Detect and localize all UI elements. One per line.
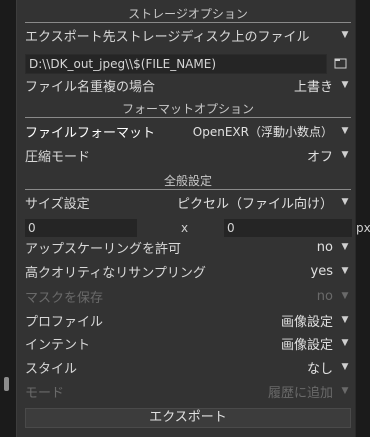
overwrite-label: ファイル名重複の場合 [25, 79, 156, 95]
style-value: なし [306, 361, 333, 377]
style-label: スタイル [25, 361, 78, 377]
section-header-global: 全般設定 [25, 173, 351, 190]
file-format-value: OpenEXR（浮動小数点） [192, 124, 333, 139]
file-format-label: ファイルフォーマット [25, 125, 156, 141]
size-unit: px [356, 221, 370, 235]
save-mask-label: マスクを保存 [25, 290, 104, 306]
export-module-panel: ストレージオプション エクスポート先ストレージディスク上のファイル ▼ D:\\… [16, 0, 370, 437]
height-input[interactable]: 0 [224, 219, 352, 237]
section-header-format: フォーマットオプション [25, 101, 351, 118]
mode-dropdown: モード 履歴に追加 ▼ [25, 380, 351, 402]
dropdown-arrow-icon: ▼ [341, 80, 349, 90]
size-separator: x [181, 221, 189, 235]
dropdown-arrow-icon: ▼ [341, 242, 349, 252]
compression-dropdown[interactable]: 圧縮モード オフ ▼ [25, 144, 351, 166]
dropdown-arrow-icon: ▼ [341, 266, 349, 276]
save-mask-dropdown: マスクを保存 no ▼ [25, 285, 351, 307]
profile-label: プロファイル [25, 314, 104, 330]
dropdown-arrow-icon: ▼ [341, 30, 349, 40]
width-input[interactable]: 0 [25, 219, 137, 237]
upscale-value: no [316, 239, 333, 255]
intent-value: 画像設定 [280, 337, 333, 353]
hq-resampling-dropdown[interactable]: 高クオリティなリサンプリング yes ▼ [25, 260, 351, 282]
dropdown-arrow-icon: ▼ [341, 386, 349, 396]
dropdown-arrow-icon: ▼ [341, 197, 349, 207]
storage-target-label: エクスポート先ストレージディスク上のファイル [25, 29, 310, 45]
dropdown-arrow-icon: ▼ [341, 150, 349, 160]
overwrite-value: 上書き [293, 79, 333, 95]
intent-label: インテント [25, 337, 91, 353]
style-dropdown[interactable]: スタイル なし ▼ [25, 356, 351, 378]
size-dropdown[interactable]: サイズ設定 ピクセル（ファイル向け） ▼ [25, 191, 351, 213]
intent-dropdown[interactable]: インテント 画像設定 ▼ [25, 332, 351, 354]
dropdown-arrow-icon: ▼ [341, 315, 349, 325]
upscale-label: アップスケーリングを許可 [25, 241, 182, 257]
compression-value: オフ [306, 149, 333, 165]
storage-target-dropdown[interactable]: エクスポート先ストレージディスク上のファイル ▼ [25, 24, 351, 46]
dropdown-arrow-icon: ▼ [341, 338, 349, 348]
export-button[interactable]: エクスポート [25, 408, 351, 428]
profile-dropdown[interactable]: プロファイル 画像設定 ▼ [25, 309, 351, 331]
save-mask-value: no [316, 288, 333, 304]
folder-icon[interactable] [332, 54, 348, 72]
scrollbar-thumb[interactable] [4, 377, 9, 391]
hq-resampling-label: 高クオリティなリサンプリング [25, 265, 206, 281]
dropdown-arrow-icon: ▼ [341, 362, 349, 372]
compression-label: 圧縮モード [25, 149, 91, 165]
dropdown-arrow-icon: ▼ [341, 291, 349, 301]
size-label: サイズ設定 [25, 196, 90, 212]
upscale-dropdown[interactable]: アップスケーリングを許可 no ▼ [25, 236, 351, 258]
mode-label: モード [25, 385, 65, 401]
hq-resampling-value: yes [310, 263, 333, 279]
mode-value: 履歴に追加 [267, 385, 333, 401]
size-value: ピクセル（ファイル向け） [176, 196, 333, 212]
dropdown-arrow-icon: ▼ [341, 126, 349, 136]
section-header-storage: ストレージオプション [25, 6, 351, 23]
overwrite-dropdown[interactable]: ファイル名重複の場合 上書き ▼ [25, 74, 351, 96]
file-format-dropdown[interactable]: ファイルフォーマット OpenEXR（浮動小数点） ▼ [25, 120, 351, 142]
export-path-input[interactable]: D:\\DK_out_jpeg\\$(FILE_NAME) [25, 54, 327, 74]
profile-value: 画像設定 [280, 314, 333, 330]
